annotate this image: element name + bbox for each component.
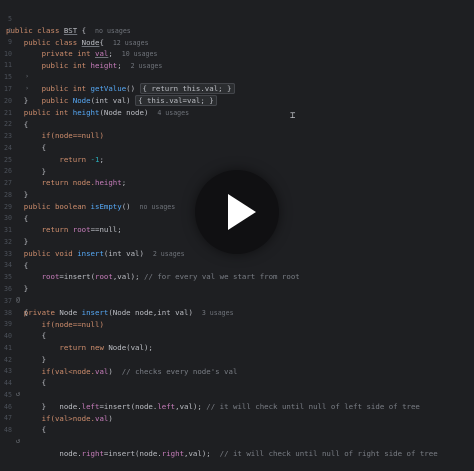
code-line[interactable]: 35 } <box>0 260 474 294</box>
code-line[interactable]: 22 if(node==null) <box>0 107 474 141</box>
code-line[interactable]: 47 { <box>0 401 474 435</box>
code-line[interactable]: 5 public class BST { no usages <box>0 2 474 36</box>
code-token: =insert(node. <box>103 448 162 458</box>
code-token: node. <box>6 448 82 458</box>
play-icon <box>228 194 256 230</box>
code-line[interactable]: 43 { <box>0 354 474 388</box>
code-line[interactable]: 9 private int val; 10 usages <box>0 25 474 59</box>
recursive-call-icon[interactable]: ↺ <box>14 436 22 448</box>
code-line[interactable]: 48 ↺ node.right=insert(node.right,val); … <box>0 413 474 458</box>
code-line[interactable]: 15 › public Node(int val) { this.val=val… <box>0 60 474 106</box>
code-line[interactable]: 42 if(val<node.val) // checks every node… <box>0 343 474 377</box>
line-number: 48 <box>4 425 12 434</box>
code-line[interactable]: 41 } <box>0 331 474 365</box>
code-line[interactable]: 39 { <box>0 307 474 341</box>
code-line[interactable]: 24 return -1; <box>0 131 474 165</box>
code-line[interactable]: 38 if(node==null) <box>0 296 474 330</box>
code-line[interactable]: 17 } <box>0 72 474 106</box>
code-line[interactable]: 46 if(val>node.val) <box>0 390 474 424</box>
code-token: ,val); <box>184 448 220 458</box>
code-line[interactable]: 25 } <box>0 143 474 177</box>
code-line[interactable]: 10 public int height; 2 usages <box>0 37 474 71</box>
code-line[interactable]: 21 { <box>0 96 474 130</box>
play-button[interactable] <box>195 170 279 254</box>
code-line[interactable]: 45 } <box>0 378 474 412</box>
code-comment: // it will check until null of right sid… <box>219 448 438 458</box>
text-cursor-icon: ⌶ <box>290 111 296 121</box>
code-line[interactable]: 40 return new Node(val); <box>0 319 474 353</box>
code-token: right <box>161 448 185 458</box>
code-line[interactable]: 23 { <box>0 119 474 153</box>
code-line[interactable]: 6 public class Node{ 12 usages <box>0 14 474 48</box>
code-line[interactable]: 37 { <box>0 284 474 318</box>
code-token: right <box>81 448 104 458</box>
code-line[interactable]: 11 › public int getValue() { return this… <box>0 48 474 94</box>
code-line[interactable]: 44 ↺ node.left=insert(node.left,val); //… <box>0 366 474 411</box>
code-line[interactable]: 20 public int height(Node node) 4 usages <box>0 84 474 118</box>
code-line[interactable]: 26 return node.height; <box>0 154 474 188</box>
code-line[interactable]: 36 @ private Node insert(Node node,int v… <box>0 272 474 317</box>
